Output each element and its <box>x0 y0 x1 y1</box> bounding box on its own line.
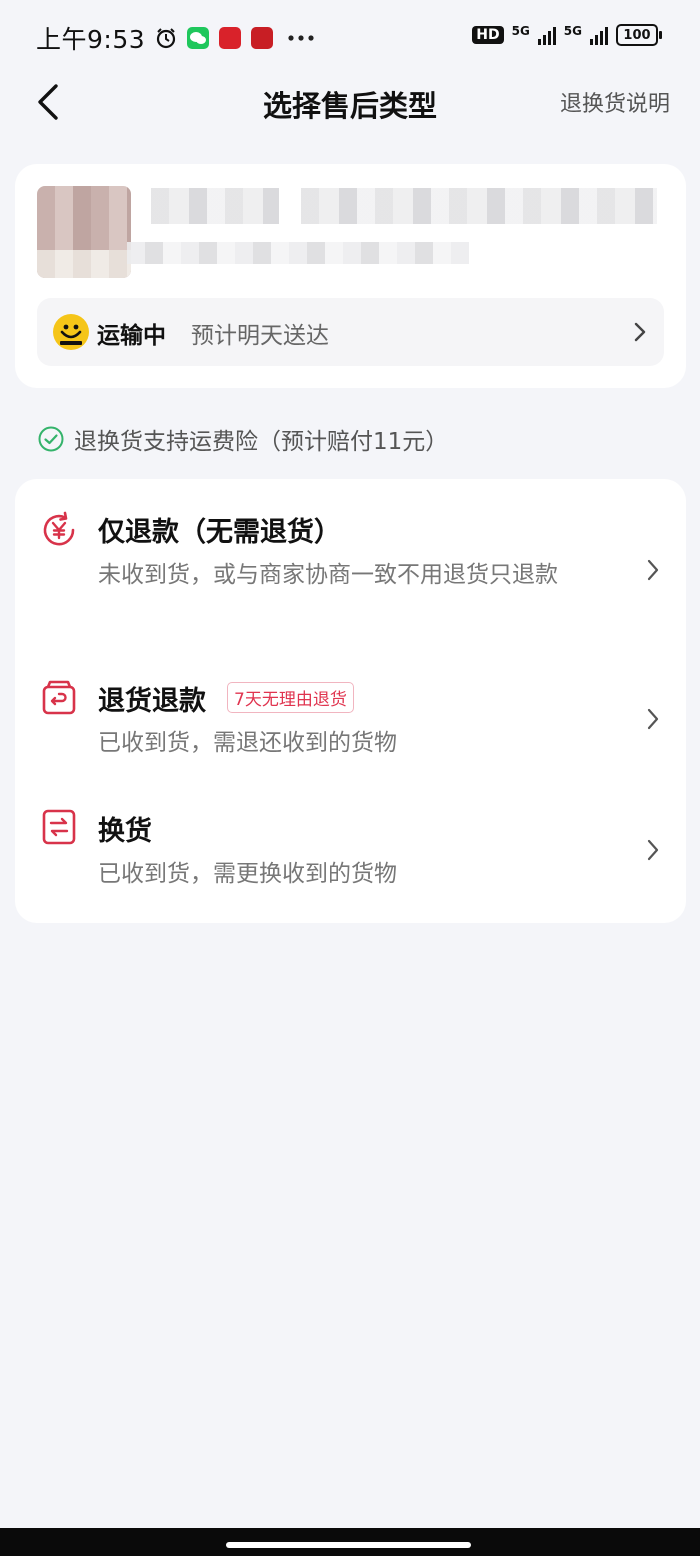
refund-yen-icon <box>43 511 75 546</box>
chevron-right-icon <box>634 322 646 342</box>
option-title: 仅退款（无需退货） <box>98 517 341 548</box>
product-card: 运输中 预计明天送达 <box>15 164 686 388</box>
option-description: 已收到货，需退还收到的货物 <box>98 730 397 756</box>
exchange-icon <box>42 809 76 845</box>
app-red-icon-2 <box>251 27 274 49</box>
option-title: 换货 <box>98 816 152 847</box>
status-time: 上午9:53 <box>36 25 146 54</box>
chevron-right-icon <box>647 839 659 861</box>
home-indicator[interactable] <box>226 1542 471 1548</box>
shipping-insurance-notice: 退换货支持运费险（预计赔付11元） <box>38 422 448 456</box>
option-title: 退货退款 <box>98 686 206 717</box>
check-circle-icon <box>38 426 64 452</box>
product-spec-blurred <box>127 242 469 264</box>
shipping-status-row[interactable]: 运输中 预计明天送达 <box>37 298 664 366</box>
after-sale-options-card: 仅退款（无需退货） 未收到货，或与商家协商一致不用退货只退款 退货退款 7天无理… <box>15 479 686 923</box>
option-refund-only[interactable]: 仅退款（无需退货） 未收到货，或与商家协商一致不用退货只退款 <box>15 479 686 649</box>
alarm-icon <box>157 28 176 49</box>
chevron-right-icon <box>647 708 659 730</box>
option-exchange[interactable]: 换货 已收到货，需更换收到的货物 <box>15 779 686 919</box>
no-reason-return-badge: 7天无理由退货 <box>227 682 354 713</box>
return-box-icon <box>42 680 76 715</box>
signal-icon-2 <box>590 25 608 45</box>
chevron-right-icon <box>647 559 659 581</box>
option-return-refund[interactable]: 退货退款 7天无理由退货 已收到货，需退还收到的货物 <box>15 649 686 779</box>
courier-logo-icon <box>53 314 89 350</box>
product-title-blurred <box>151 188 279 224</box>
signal-icon <box>537 25 556 45</box>
network-label-2: 5G <box>563 24 582 38</box>
insurance-text: 退换货支持运费险（预计赔付11元） <box>74 429 449 455</box>
battery-level: 100 <box>623 27 651 43</box>
navigation-bar <box>0 1528 700 1556</box>
shipping-eta: 预计明天送达 <box>191 323 329 349</box>
nav-bar: 选择售后类型 退换货说明 <box>0 70 700 132</box>
more-dots-icon <box>288 35 314 41</box>
shipping-status: 运输中 <box>97 323 166 349</box>
network-label-1: 5G <box>511 24 530 38</box>
option-description: 已收到货，需更换收到的货物 <box>98 861 397 887</box>
product-title-blurred-2 <box>301 188 657 224</box>
app-red-icon <box>219 27 242 49</box>
product-thumbnail[interactable] <box>37 186 131 278</box>
option-description: 未收到货，或与商家协商一致不用退货只退款 <box>98 562 558 588</box>
wechat-icon <box>187 27 210 49</box>
status-bar: 上午9:53 HD 5G 5G 100 <box>0 0 700 72</box>
hd-badge: HD <box>472 26 504 44</box>
battery-icon: 100 <box>616 24 662 46</box>
return-policy-link[interactable]: 退换货说明 <box>560 86 670 118</box>
